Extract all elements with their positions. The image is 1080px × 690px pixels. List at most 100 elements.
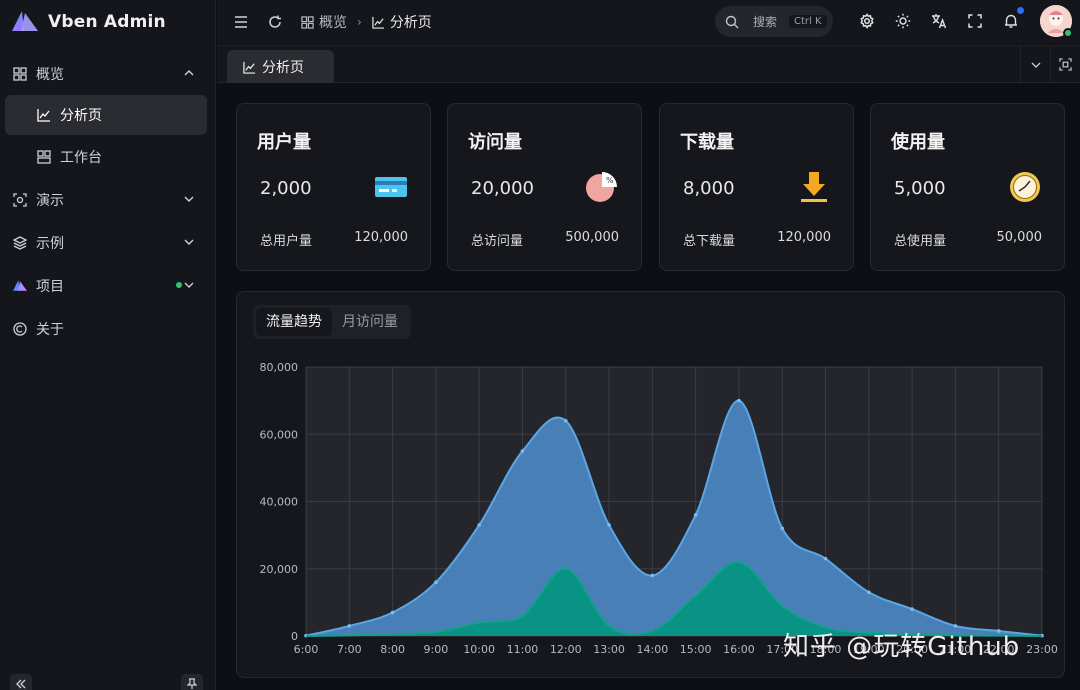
maximize-icon bbox=[1059, 58, 1072, 71]
card-total-value: 120,000 bbox=[354, 230, 408, 245]
main-content: 用户量 2,000 总用户量 120,000 访问量 20,000 % 总访问量… bbox=[217, 83, 1080, 690]
chart-line-icon bbox=[372, 16, 384, 29]
avatar[interactable] bbox=[1040, 5, 1073, 38]
sidebar-item-label: 关于 bbox=[36, 321, 64, 338]
clock-icon bbox=[1010, 172, 1040, 202]
watermark-text: 知乎 @玩转Github bbox=[783, 632, 1021, 662]
card-total-value: 50,000 bbox=[996, 230, 1043, 245]
refresh-button[interactable] bbox=[265, 12, 285, 32]
data-point bbox=[390, 610, 395, 615]
sidebar-footer bbox=[0, 672, 215, 690]
breadcrumb-item-analytics[interactable]: 分析页 bbox=[372, 12, 432, 32]
sidebar-item-about[interactable]: 关于 bbox=[0, 307, 215, 350]
language-button[interactable] bbox=[929, 11, 949, 31]
card-value: 8,000 bbox=[683, 178, 735, 199]
notifications-button[interactable] bbox=[1001, 7, 1024, 31]
breadcrumb-item-overview[interactable]: 概览 bbox=[301, 12, 347, 32]
menu-toggle-button[interactable] bbox=[231, 12, 251, 32]
fullscreen-button[interactable] bbox=[965, 11, 985, 31]
chevron-down-icon bbox=[184, 239, 194, 245]
pin-sidebar-button[interactable] bbox=[181, 674, 203, 690]
breadcrumb-label: 分析页 bbox=[389, 15, 432, 31]
card-title: 用户量 bbox=[257, 132, 311, 153]
sidebar-item-label: 示例 bbox=[36, 235, 64, 252]
sidebar-item-label: 工作台 bbox=[60, 149, 102, 166]
tab-analytics[interactable]: 分析页 bbox=[227, 50, 334, 84]
tab-bar: 分析页 bbox=[217, 45, 1080, 84]
card-total-value: 120,000 bbox=[777, 230, 831, 245]
x-tick-label: 8:00 bbox=[380, 643, 405, 656]
sidebar-item-label: 项目 bbox=[36, 278, 64, 295]
sidebar-item-demo[interactable]: 演示 bbox=[0, 178, 215, 221]
card-total-label: 总用户量 bbox=[260, 234, 313, 249]
data-point bbox=[780, 526, 785, 531]
y-tick-label: 60,000 bbox=[260, 428, 299, 441]
stat-card-usage: 使用量 5,000 总使用量 50,000 bbox=[870, 103, 1065, 271]
double-chevron-left-icon bbox=[16, 679, 26, 689]
chevron-down-icon bbox=[184, 282, 194, 288]
theme-toggle-button[interactable] bbox=[893, 11, 913, 31]
online-status-dot bbox=[1063, 28, 1073, 38]
x-tick-label: 16:00 bbox=[723, 643, 755, 656]
credit-card-icon bbox=[375, 177, 407, 197]
stat-card-users: 用户量 2,000 总用户量 120,000 bbox=[236, 103, 431, 271]
pie-percent-icon: % bbox=[586, 172, 617, 202]
card-title: 下载量 bbox=[680, 132, 734, 153]
collapse-sidebar-button[interactable] bbox=[10, 674, 32, 690]
x-tick-label: 10:00 bbox=[463, 643, 495, 656]
sidebar-item-workspace[interactable]: 工作台 bbox=[0, 135, 215, 178]
tab-label: 分析页 bbox=[262, 60, 304, 76]
card-value: 5,000 bbox=[894, 178, 946, 199]
sidebar-item-examples[interactable]: 示例 bbox=[0, 221, 215, 264]
copyright-icon bbox=[12, 321, 28, 337]
sidebar-item-label: 分析页 bbox=[60, 108, 102, 124]
search-placeholder: 搜索 bbox=[753, 15, 778, 29]
data-point bbox=[477, 523, 481, 527]
search-shortcut: Ctrl K bbox=[789, 15, 827, 28]
translate-icon bbox=[932, 14, 947, 29]
pin-icon bbox=[187, 678, 197, 689]
fullscreen-icon bbox=[968, 14, 982, 28]
stat-card-downloads: 下载量 8,000 总下载量 120,000 bbox=[659, 103, 854, 271]
y-tick-label: 80,000 bbox=[260, 361, 299, 374]
brand-title: Vben Admin bbox=[48, 12, 166, 32]
vben-logo-icon bbox=[12, 278, 28, 294]
sidebar: Vben Admin 概览 分析页 工作台 演示 示例 项目 关于 bbox=[0, 0, 216, 690]
settings-button[interactable] bbox=[857, 11, 877, 31]
x-tick-label: 12:00 bbox=[550, 643, 582, 656]
vben-logo-icon bbox=[12, 11, 38, 31]
download-icon bbox=[801, 172, 827, 202]
y-tick-label: 20,000 bbox=[260, 563, 299, 576]
dashboard-icon bbox=[301, 15, 314, 29]
x-tick-label: 9:00 bbox=[424, 643, 449, 656]
chevron-up-icon bbox=[184, 70, 194, 76]
refresh-icon bbox=[269, 15, 281, 28]
chevron-down-icon bbox=[1031, 62, 1040, 68]
x-tick-label: 6:00 bbox=[294, 643, 319, 656]
search-input[interactable]: 搜索 Ctrl K bbox=[715, 6, 833, 37]
x-tick-label: 15:00 bbox=[680, 643, 712, 656]
tab-maximize-button[interactable] bbox=[1050, 46, 1080, 83]
sidebar-menu: 概览 分析页 工作台 演示 示例 项目 关于 bbox=[0, 52, 215, 350]
top-header: 概览 › 分析页 搜索 Ctrl K bbox=[217, 0, 1080, 44]
demo-icon bbox=[12, 192, 28, 208]
stat-card-visits: 访问量 20,000 % 总访问量 500,000 bbox=[447, 103, 642, 271]
chevron-right-icon: › bbox=[357, 15, 362, 29]
traffic-area-chart: 0 20,000 40,000 60,000 80,000 6:00 7:00 8:00 9:0… bbox=[260, 361, 1058, 656]
menu-icon bbox=[235, 16, 247, 28]
card-title: 使用量 bbox=[891, 132, 945, 153]
sidebar-item-analytics[interactable]: 分析页 bbox=[5, 95, 207, 135]
data-point bbox=[607, 523, 611, 527]
sun-icon bbox=[895, 13, 911, 29]
sidebar-item-project[interactable]: 项目 bbox=[0, 264, 215, 307]
sidebar-item-label: 概览 bbox=[36, 66, 64, 83]
svg-text:%: % bbox=[606, 176, 614, 185]
sidebar-item-overview[interactable]: 概览 bbox=[0, 52, 215, 95]
x-tick-label: 13:00 bbox=[593, 643, 625, 656]
brand[interactable]: Vben Admin bbox=[0, 0, 215, 44]
chevron-down-icon bbox=[184, 196, 194, 202]
breadcrumb: 概览 › 分析页 bbox=[301, 12, 432, 32]
app-root: Vben Admin 概览 分析页 工作台 演示 示例 项目 关于 概览 › 分… bbox=[0, 0, 1080, 690]
layers-icon bbox=[12, 235, 28, 251]
tab-menu-button[interactable] bbox=[1020, 46, 1050, 83]
